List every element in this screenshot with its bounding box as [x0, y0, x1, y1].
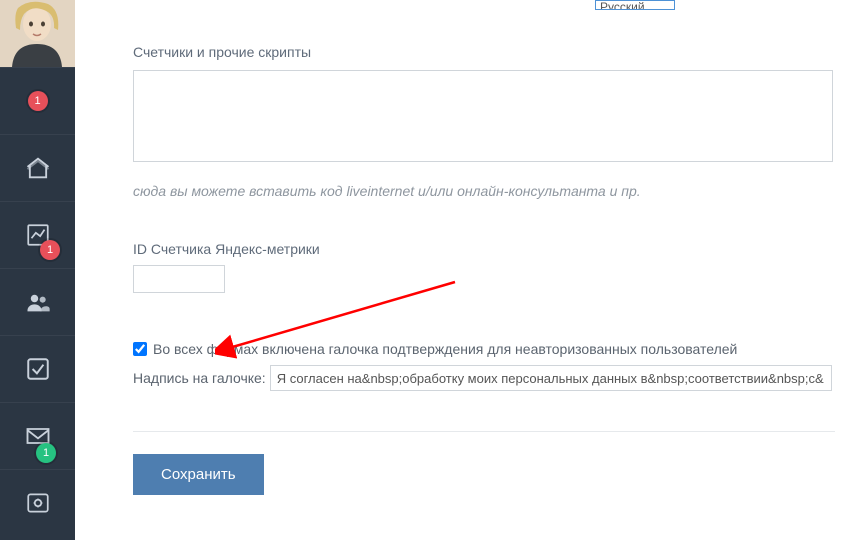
- scripts-hint: сюда вы можете вставить код liveinternet…: [133, 183, 836, 199]
- main-content: Русский Счетчики и прочие скрипты сюда в…: [75, 0, 866, 540]
- nav-mail[interactable]: 1: [0, 402, 75, 469]
- consent-text-input[interactable]: [270, 365, 832, 391]
- divider: [133, 431, 835, 432]
- sidebar: 1 1 1: [0, 0, 75, 540]
- scripts-textarea[interactable]: [133, 70, 833, 162]
- analytics-badge: 1: [40, 240, 60, 260]
- safe-icon: [24, 489, 52, 517]
- checkbox-icon: [24, 355, 52, 383]
- nav-analytics[interactable]: 1: [0, 201, 75, 268]
- scripts-label: Счетчики и прочие скрипты: [133, 44, 836, 60]
- consent-checkbox-label: Во всех формах включена галочка подтверж…: [153, 341, 737, 357]
- language-select[interactable]: Русский: [595, 0, 675, 10]
- consent-text-label: Надпись на галочке:: [133, 370, 266, 386]
- nav-settings[interactable]: [0, 469, 75, 536]
- save-button[interactable]: Сохранить: [133, 454, 264, 495]
- home-icon: [24, 154, 52, 182]
- nav-home[interactable]: [0, 134, 75, 201]
- consent-checkbox[interactable]: [133, 342, 147, 356]
- mail-badge: 1: [36, 443, 56, 463]
- users-icon: [24, 288, 52, 316]
- metrika-label: ID Счетчика Яндекс-метрики: [133, 241, 836, 257]
- nav-tasks[interactable]: [0, 335, 75, 402]
- nav-notifications[interactable]: 1: [0, 67, 75, 134]
- nav-users[interactable]: [0, 268, 75, 335]
- metrika-input[interactable]: [133, 265, 225, 293]
- notification-badge: 1: [28, 91, 48, 111]
- avatar[interactable]: [0, 0, 75, 67]
